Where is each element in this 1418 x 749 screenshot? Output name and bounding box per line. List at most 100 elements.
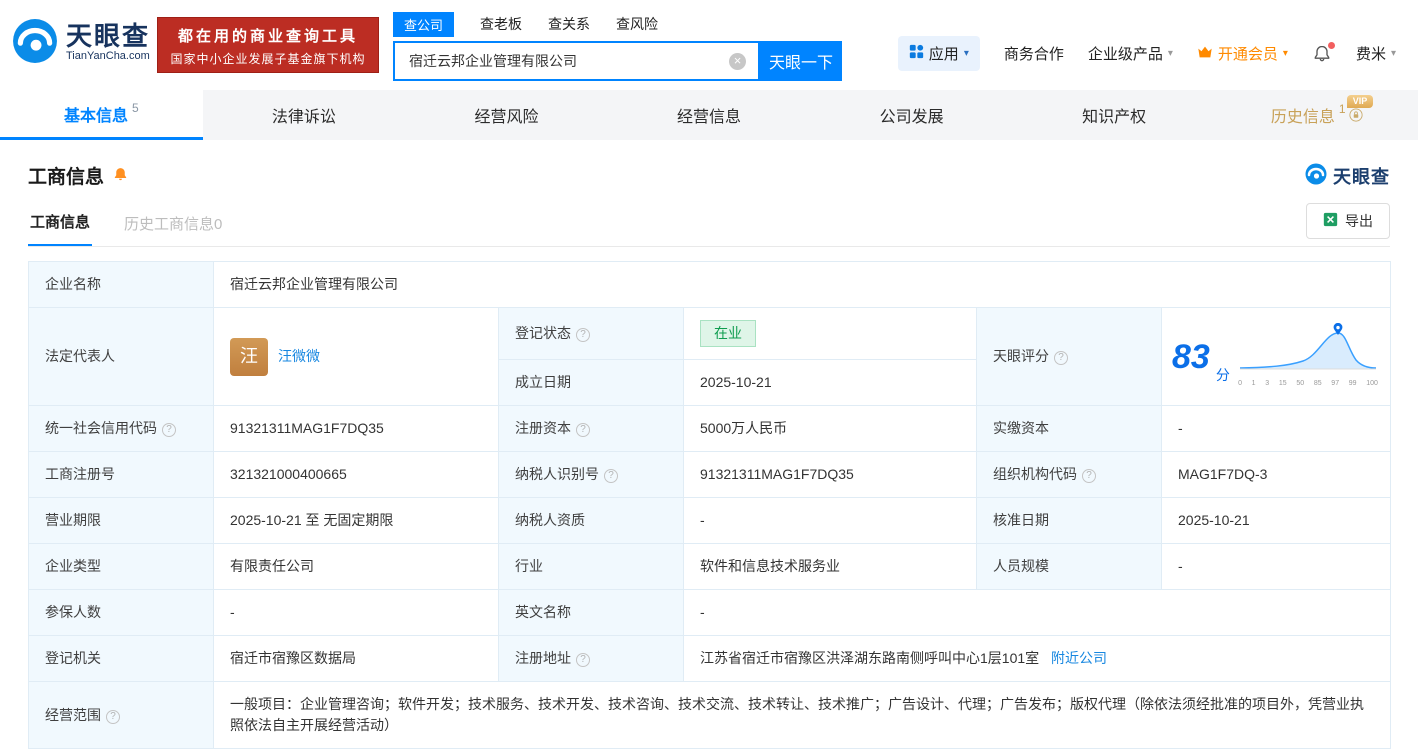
staff-value: - [1162, 544, 1391, 590]
table-row: 企业名称 宿迁云邦企业管理有限公司 [29, 262, 1391, 308]
nav-cooperation[interactable]: 商务合作 [1004, 43, 1064, 64]
status-badge: 在业 [700, 320, 756, 347]
tab-basic-info[interactable]: 基本信息 5 [0, 90, 203, 140]
search-button[interactable]: 天眼一下 [760, 41, 842, 81]
chevron-down-icon: ▾ [1391, 48, 1396, 59]
score-axis-tick: 97 [1331, 379, 1339, 390]
tab-operation-risk[interactable]: 经营风险 [405, 90, 608, 140]
field-label: 英文名称 [499, 590, 684, 636]
taxpayer-qual-value: - [684, 498, 977, 544]
tab-history-info[interactable]: VIP 历史信息 1 [1215, 90, 1418, 140]
score-axis-tick: 1 [1252, 379, 1256, 390]
vip-badge: VIP [1347, 95, 1374, 108]
address-cell: 江苏省宿迁市宿豫区洪泽湖东路南侧呼叫中心1层101室 附近公司 [684, 636, 1391, 682]
reg-status-cell: 在业 [684, 308, 977, 360]
tab-count: 1 [1339, 102, 1346, 116]
chevron-down-icon: ▾ [964, 48, 969, 59]
apps-menu[interactable]: 应用 ▾ [898, 36, 980, 71]
tab-legal-litigation[interactable]: 法律诉讼 [203, 90, 406, 140]
org-code-value: MAG1F7DQ-3 [1162, 452, 1391, 498]
term-value: 2025-10-21 至 无固定期限 [214, 498, 499, 544]
table-row: 营业期限 2025-10-21 至 无固定期限 纳税人资质 - 核准日期 202… [29, 498, 1391, 544]
crown-icon [1197, 45, 1213, 63]
subtab-business-info[interactable]: 工商信息 [28, 203, 92, 246]
tianyancha-logo-icon [1305, 163, 1327, 188]
approval-date-value: 2025-10-21 [1162, 498, 1391, 544]
field-label: 企业名称 [29, 262, 214, 308]
field-label: 纳税人资质 [499, 498, 684, 544]
apps-grid-icon [909, 44, 924, 63]
table-row: 企业类型 有限责任公司 行业 软件和信息技术服务业 人员规模 - [29, 544, 1391, 590]
score-cell: 83 分 0 1 3 15 50 [1162, 308, 1391, 406]
search-tab-company[interactable]: 查公司 [393, 12, 454, 37]
field-label: 统一社会信用代码? [29, 406, 214, 452]
notification-bell-icon[interactable] [1312, 44, 1332, 64]
insured-value: - [214, 590, 499, 636]
industry-value: 软件和信息技术服务业 [684, 544, 977, 590]
est-date-value: 2025-10-21 [684, 360, 977, 406]
legal-rep-link[interactable]: 汪微微 [278, 346, 320, 367]
table-row: 经营范围? 一般项目：企业管理咨询；软件开发；技术服务、技术开发、技术咨询、技术… [29, 682, 1391, 749]
field-label: 成立日期 [499, 360, 684, 406]
help-icon[interactable]: ? [106, 710, 120, 724]
search-block: 查公司 查老板 查关系 查风险 × 天眼一下 [393, 12, 842, 81]
help-icon[interactable]: ? [162, 423, 176, 437]
field-label: 工商注册号 [29, 452, 214, 498]
export-button[interactable]: 导出 [1306, 203, 1390, 239]
score-axis-tick: 85 [1314, 379, 1322, 390]
field-label: 人员规模 [977, 544, 1162, 590]
score-axis-tick: 99 [1349, 379, 1357, 390]
score-value: 83 [1172, 340, 1210, 374]
nearby-companies-link[interactable]: 附近公司 [1051, 650, 1107, 666]
subtab-history-business-info[interactable]: 历史工商信息0 [122, 205, 224, 246]
clear-icon[interactable]: × [729, 53, 746, 70]
chevron-down-icon: ▾ [1168, 48, 1173, 59]
help-icon[interactable]: ? [576, 653, 590, 667]
help-icon[interactable]: ? [576, 423, 590, 437]
tab-operation-info[interactable]: 经营信息 [608, 90, 811, 140]
logo-subtitle: TianYanCha.com [66, 50, 150, 62]
table-row: 登记机关 宿迁市宿豫区数据局 注册地址? 江苏省宿迁市宿豫区洪泽湖东路南侧呼叫中… [29, 636, 1391, 682]
field-label: 行业 [499, 544, 684, 590]
authority-value: 宿迁市宿豫区数据局 [214, 636, 499, 682]
nav-user-menu[interactable]: 费米 ▾ [1356, 43, 1396, 64]
main-nav-tabs: 基本信息 5 法律诉讼 经营风险 经营信息 公司发展 知识产权 VIP 历史信息… [0, 90, 1418, 140]
field-label: 注册地址? [499, 636, 684, 682]
field-label: 登记机关 [29, 636, 214, 682]
help-icon[interactable]: ? [604, 469, 618, 483]
chevron-down-icon: ▾ [1283, 48, 1288, 59]
slogan-line2: 国家中小企业发展子基金旗下机构 [158, 50, 378, 67]
table-row: 工商注册号 321321000400665 纳税人识别号? 91321311MA… [29, 452, 1391, 498]
help-icon[interactable]: ? [1082, 469, 1096, 483]
score-unit: 分 [1216, 365, 1230, 386]
reg-capital-value: 5000万人民币 [684, 406, 977, 452]
nav-enterprise-products[interactable]: 企业级产品 ▾ [1088, 43, 1173, 64]
taxpayer-id-value: 91321311MAG1F7DQ35 [684, 452, 977, 498]
notification-dot [1328, 42, 1335, 49]
search-tab-boss[interactable]: 查老板 [480, 14, 522, 34]
address-value: 江苏省宿迁市宿豫区洪泽湖东路南侧呼叫中心1层101室 [700, 650, 1039, 666]
search-input[interactable] [407, 52, 729, 70]
tianyancha-logo[interactable]: 天眼查 TianYanCha.com [12, 18, 150, 67]
tab-company-development[interactable]: 公司发展 [810, 90, 1013, 140]
score-chart: 0 1 3 15 50 85 97 99 100 [1238, 323, 1380, 390]
search-tab-risk[interactable]: 查风险 [616, 14, 658, 34]
table-row: 法定代表人 汪 汪微微 登记状态? 在业 天眼评分? 83 分 [29, 308, 1391, 360]
legal-rep-cell: 汪 汪微微 [214, 308, 499, 406]
field-label: 参保人数 [29, 590, 214, 636]
help-icon[interactable]: ? [576, 328, 590, 342]
table-row: 参保人数 - 英文名称 - [29, 590, 1391, 636]
score-axis-tick: 15 [1279, 379, 1287, 390]
avatar[interactable]: 汪 [230, 338, 268, 376]
help-icon[interactable]: ? [1054, 351, 1068, 365]
slogan-banner: 都在用的商业查询工具 国家中小企业发展子基金旗下机构 [157, 17, 379, 73]
nav-open-membership[interactable]: 开通会员 ▾ [1197, 43, 1288, 64]
lock-icon [1349, 108, 1363, 122]
score-axis-tick: 0 [1238, 379, 1242, 390]
subscribe-bell-icon[interactable] [112, 166, 129, 186]
search-tabs: 查公司 查老板 查关系 查风险 [393, 12, 842, 36]
en-name-value: - [684, 590, 1391, 636]
search-tab-relation[interactable]: 查关系 [548, 14, 590, 34]
tab-intellectual-property[interactable]: 知识产权 [1013, 90, 1216, 140]
field-label: 实缴资本 [977, 406, 1162, 452]
